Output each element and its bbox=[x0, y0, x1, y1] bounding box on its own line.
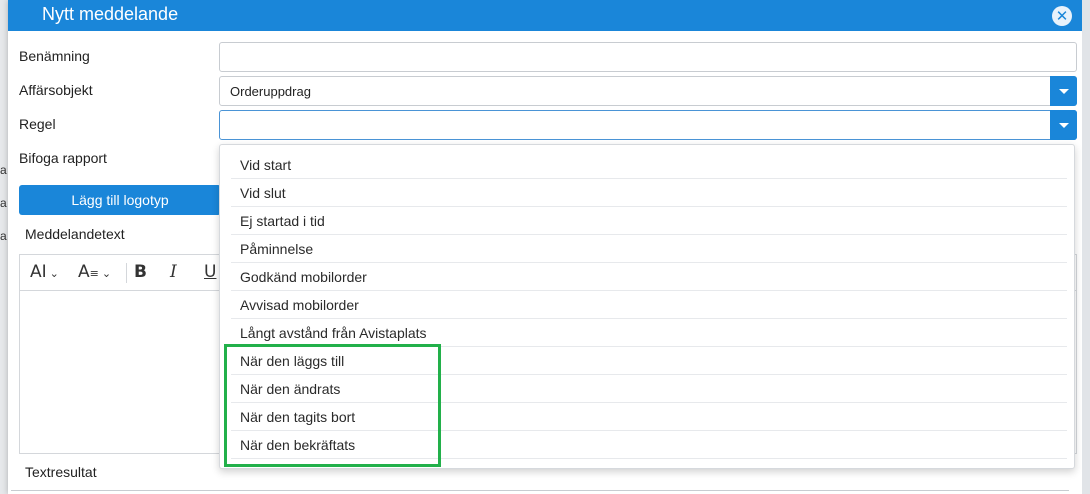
dropdown-option[interactable]: Ej startad i tid bbox=[231, 207, 1067, 235]
chevron-down-icon[interactable] bbox=[1050, 76, 1077, 106]
dropdown-option[interactable]: När den tagits bort bbox=[231, 403, 1067, 431]
chevron-down-icon[interactable] bbox=[1050, 110, 1077, 140]
dropdown-option[interactable]: Avvisad mobilorder bbox=[231, 291, 1067, 319]
background-text: a bbox=[0, 163, 7, 177]
italic-button[interactable]: I bbox=[170, 262, 177, 282]
benamning-input[interactable] bbox=[219, 42, 1077, 72]
bold-button[interactable]: B bbox=[134, 262, 147, 282]
dropdown-option[interactable]: Godkänd mobilorder bbox=[231, 263, 1067, 291]
dropdown-option[interactable]: När den bekräftats bbox=[231, 431, 1067, 459]
textresultat-field[interactable] bbox=[11, 490, 1069, 491]
background-scroll-edge bbox=[1082, 0, 1090, 494]
textresultat-label: Textresultat bbox=[25, 464, 97, 480]
dialog-title: Nytt meddelande bbox=[42, 4, 179, 24]
dropdown-option[interactable]: Vid slut bbox=[231, 179, 1067, 207]
font-style-button[interactable]: A≡ ⌄ bbox=[78, 262, 111, 282]
dropdown-option[interactable]: Vid start bbox=[231, 151, 1067, 179]
benamning-label: Benämning bbox=[19, 48, 90, 64]
close-icon[interactable]: ✕ bbox=[1052, 6, 1072, 26]
regel-label: Regel bbox=[19, 116, 56, 132]
regel-dropdown-list: Vid start Vid slut Ej startad i tid Påmi… bbox=[219, 144, 1075, 469]
dialog-header: Nytt meddelande ✕ bbox=[8, 0, 1082, 31]
toolbar-divider bbox=[126, 263, 127, 283]
affarsobjekt-value: Orderuppdrag bbox=[230, 84, 311, 99]
underline-button[interactable]: U bbox=[204, 262, 216, 282]
background-text: a bbox=[0, 229, 7, 243]
affarsobjekt-select[interactable]: Orderuppdrag bbox=[219, 76, 1077, 106]
add-logo-button[interactable]: Lägg till logotyp bbox=[19, 185, 221, 215]
background-app-strip bbox=[0, 0, 8, 494]
background-text: a bbox=[0, 196, 7, 210]
affarsobjekt-label: Affärsobjekt bbox=[19, 82, 93, 98]
dropdown-option[interactable]: När den läggs till bbox=[231, 347, 1067, 375]
dropdown-option[interactable]: Påminnelse bbox=[231, 235, 1067, 263]
bifoga-rapport-label: Bifoga rapport bbox=[19, 150, 107, 166]
dropdown-option[interactable]: Långt avstånd från Avistaplats bbox=[231, 319, 1067, 347]
font-size-button[interactable]: AI ⌄ bbox=[30, 262, 59, 282]
dropdown-option[interactable]: När den ändrats bbox=[231, 375, 1067, 403]
meddelandetext-label: Meddelandetext bbox=[25, 226, 125, 242]
regel-select[interactable] bbox=[219, 110, 1077, 140]
